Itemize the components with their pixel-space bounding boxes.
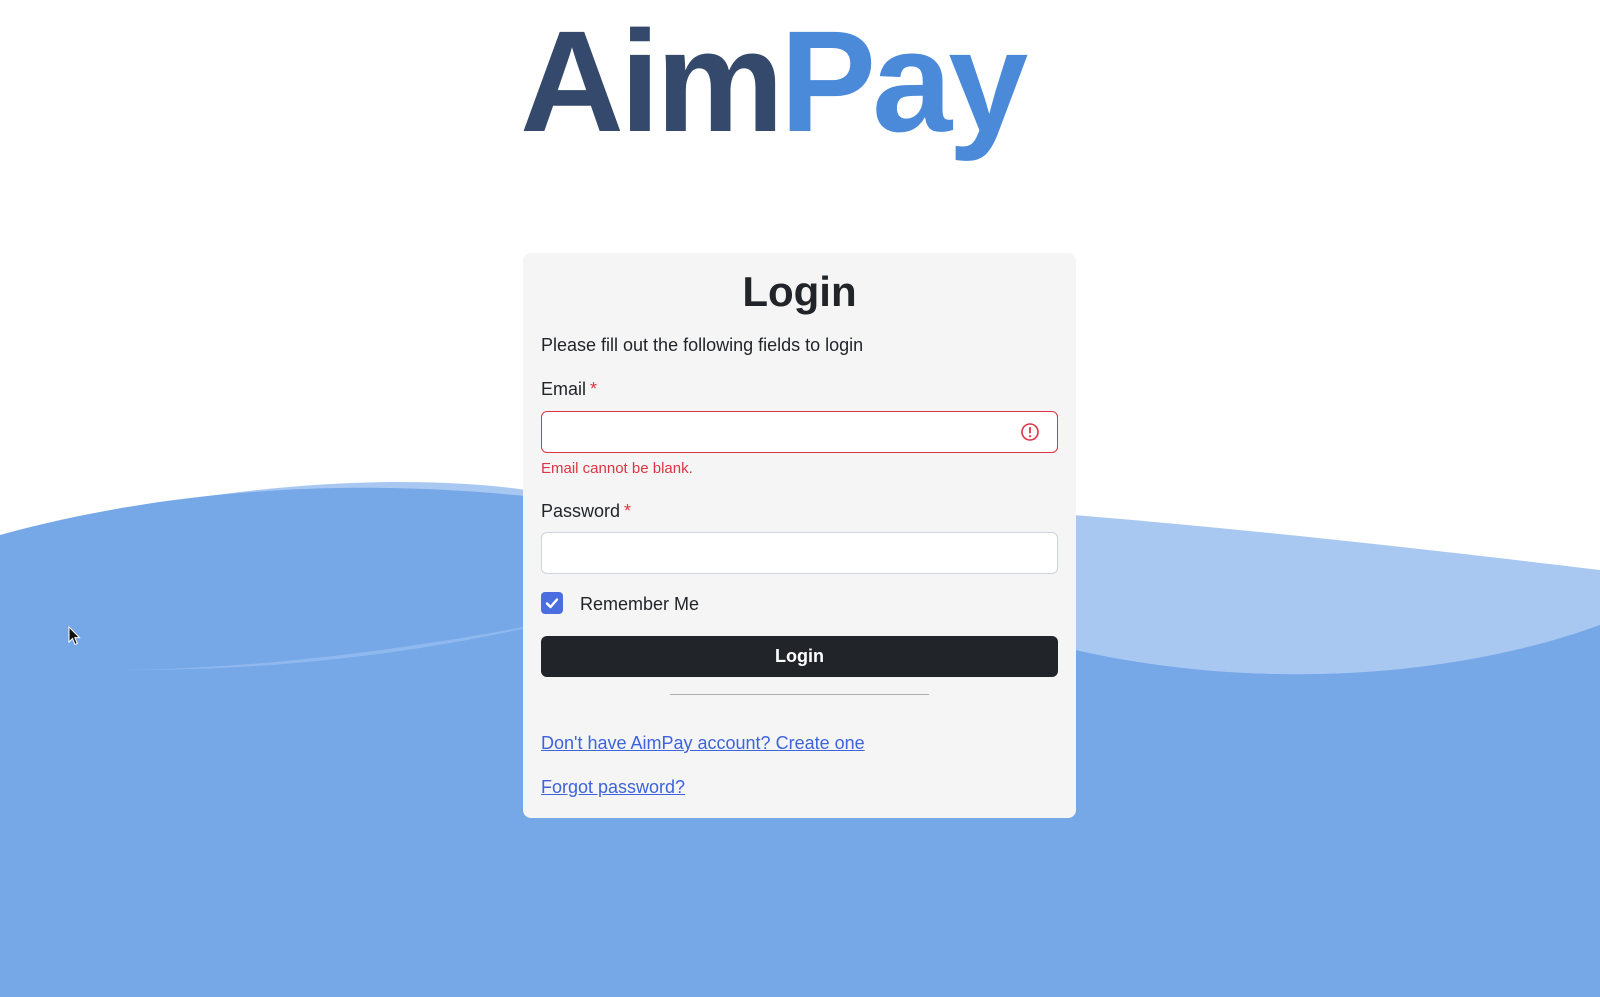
login-card: Login Please fill out the following fiel… (523, 253, 1076, 818)
checkmark-icon (545, 598, 559, 609)
password-label: Password * (541, 501, 631, 522)
login-button[interactable]: Login (541, 636, 1058, 677)
divider (670, 694, 929, 695)
page-title: Login (742, 268, 857, 315)
error-icon (1021, 423, 1039, 441)
mouse-cursor-icon (68, 626, 81, 646)
login-page: AimPay Login Please fill out the followi… (0, 0, 1600, 997)
email-field[interactable] (541, 411, 1058, 453)
password-label-text: Password (541, 501, 621, 521)
forgot-password-link[interactable]: Forgot password? (541, 777, 685, 798)
form-intro: Please fill out the following fields to … (541, 335, 864, 355)
required-mark: * (590, 379, 598, 399)
password-field[interactable] (541, 532, 1058, 574)
logo-pay: Pay (780, 1, 1028, 162)
create-account-link[interactable]: Don't have AimPay account? Create one (541, 733, 865, 754)
email-error-message: Email cannot be blank. (541, 460, 693, 477)
logo-aim: Aim (520, 1, 784, 162)
email-label-text: Email (541, 379, 587, 399)
email-label: Email * (541, 379, 597, 400)
required-mark: * (624, 501, 632, 521)
remember-me-label[interactable]: Remember Me (580, 594, 699, 615)
remember-me-checkbox[interactable] (541, 592, 563, 614)
aimpay-logo: AimPay (520, 2, 1080, 162)
